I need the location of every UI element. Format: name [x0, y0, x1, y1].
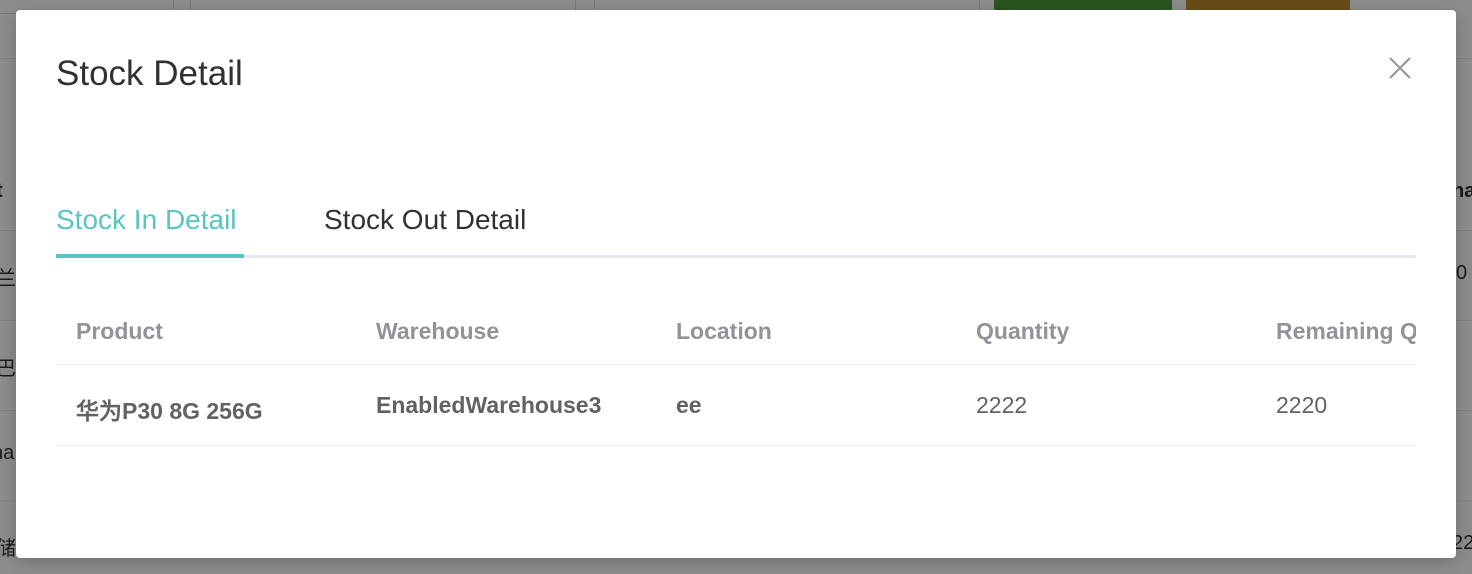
- cell-remaining: 2220: [1276, 392, 1328, 418]
- stock-in-table: Product Warehouse Location Quantity Rema…: [56, 296, 1416, 458]
- tab-stock-out-detail[interactable]: Stock Out Detail: [324, 200, 526, 240]
- cell-product: 华为P30 8G 256G: [76, 398, 263, 424]
- close-icon: [1389, 57, 1411, 79]
- column-header-product: Product: [76, 318, 163, 344]
- dialog-title: Stock Detail: [56, 54, 243, 93]
- active-tab-indicator: [56, 254, 244, 258]
- table-row[interactable]: 华为P30 8G 256G EnabledWarehouse3 ee 2222 …: [56, 365, 1416, 446]
- cell-quantity: 2222: [976, 392, 1028, 418]
- column-header-quantity: Quantity: [976, 318, 1070, 344]
- column-header-location: Location: [676, 318, 772, 344]
- table-header: Product Warehouse Location Quantity Rema…: [56, 296, 1416, 365]
- close-button[interactable]: [1382, 50, 1418, 86]
- column-header-remaining: Remaining Q: [1276, 318, 1416, 344]
- detail-tabs: Stock In Detail Stock Out Detail: [56, 196, 1416, 258]
- cell-location: ee: [676, 392, 702, 418]
- column-header-warehouse: Warehouse: [376, 318, 500, 344]
- tab-stock-in-detail[interactable]: Stock In Detail: [56, 200, 237, 240]
- cell-warehouse: EnabledWarehouse3: [376, 392, 602, 418]
- stock-detail-dialog: Stock Detail Stock In Detail Stock Out D…: [16, 10, 1456, 558]
- tabs-divider: [56, 255, 1416, 258]
